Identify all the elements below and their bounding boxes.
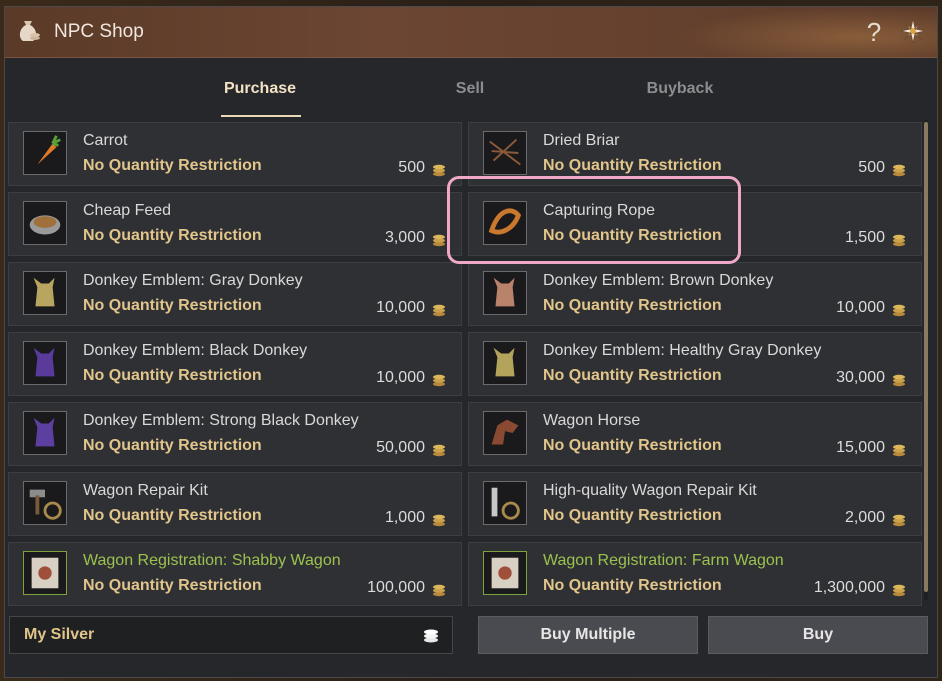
shop-tabs: Purchase Sell Buyback <box>5 67 937 119</box>
coin-stack-icon <box>893 304 905 317</box>
my-silver-label: My Silver <box>24 626 95 643</box>
shop-item[interactable]: High-quality Wagon Repair Kit No Quantity… <box>468 472 922 536</box>
coin-stack-icon <box>893 514 905 527</box>
item-name: Wagon Horse <box>543 412 641 429</box>
coin-stack-icon <box>433 234 445 247</box>
feed-bowl-icon <box>23 201 67 245</box>
item-restriction: No Quantity Restriction <box>543 577 722 594</box>
item-price: 500 <box>398 159 425 176</box>
coin-stack-icon <box>893 374 905 387</box>
window-title: NPC Shop <box>54 21 144 42</box>
item-price: 1,000 <box>384 509 425 526</box>
shop-item[interactable]: Wagon Repair Kit No Quantity Restriction 1… <box>8 472 462 536</box>
dried-briar-icon <box>483 131 527 175</box>
item-price: 10,000 <box>376 299 425 316</box>
registration-scroll-icon <box>483 551 527 595</box>
item-restriction: No Quantity Restriction <box>83 367 262 384</box>
registration-scroll-icon <box>23 551 67 595</box>
coin-stack-icon <box>433 444 445 457</box>
item-name: High-quality Wagon Repair Kit <box>543 482 757 499</box>
shop-item[interactable]: Donkey Emblem: Brown Donkey No Quantity R… <box>468 262 922 326</box>
item-price: 1,300,000 <box>813 579 885 596</box>
item-restriction: No Quantity Restriction <box>83 297 262 314</box>
item-name: Wagon Registration: Shabby Wagon <box>83 552 341 569</box>
carrot-icon <box>23 131 67 175</box>
item-price: 30,000 <box>836 369 885 386</box>
item-restriction: No Quantity Restriction <box>543 437 722 454</box>
shop-item[interactable]: Donkey Emblem: Gray Donkey No Quantity Re… <box>8 262 462 326</box>
item-price: 500 <box>858 159 885 176</box>
horse-emblem-icon <box>483 411 527 455</box>
title-bar[interactable]: NPC Shop ? <box>5 7 937 58</box>
item-name: Dried Briar <box>543 132 620 149</box>
item-name: Cheap Feed <box>83 202 172 219</box>
item-name: Carrot <box>83 132 128 149</box>
item-price: 50,000 <box>376 439 425 456</box>
item-name: Donkey Emblem: Healthy Gray Donkey <box>543 342 822 359</box>
item-restriction: No Quantity Restriction <box>543 507 722 524</box>
tab-sell[interactable]: Sell <box>415 77 525 117</box>
shop-item[interactable]: Wagon Registration: Farm Wagon No Quantit… <box>468 542 922 606</box>
my-silver-field: My Silver <box>9 616 453 654</box>
silver-coin-icon <box>424 629 438 643</box>
item-price: 1,500 <box>844 229 885 246</box>
selection-highlight <box>447 176 741 264</box>
item-restriction: No Quantity Restriction <box>83 157 262 174</box>
coin-stack-icon <box>893 584 905 597</box>
coin-stack-icon <box>893 234 905 247</box>
shop-item[interactable]: Donkey Emblem: Strong Black Donkey No Qua… <box>8 402 462 466</box>
item-name: Donkey Emblem: Brown Donkey <box>543 272 774 289</box>
gray-donkey-emblem-icon <box>23 271 67 315</box>
shop-item[interactable]: Wagon Horse No Quantity Restriction 15,000 <box>468 402 922 466</box>
tab-buyback[interactable]: Buyback <box>625 77 735 117</box>
hq-repair-kit-icon <box>483 481 527 525</box>
item-price: 2,000 <box>844 509 885 526</box>
scrollbar-thumb[interactable] <box>924 122 928 592</box>
item-price: 100,000 <box>367 579 425 596</box>
item-name: Donkey Emblem: Gray Donkey <box>83 272 303 289</box>
brown-donkey-emblem-icon <box>483 271 527 315</box>
coin-stack-icon <box>433 584 445 597</box>
item-restriction: No Quantity Restriction <box>543 367 722 384</box>
tab-purchase[interactable]: Purchase <box>205 77 315 117</box>
item-name: Donkey Emblem: Strong Black Donkey <box>83 412 359 429</box>
item-restriction: No Quantity Restriction <box>83 227 262 244</box>
money-bag-icon <box>19 21 40 41</box>
settings-flower-icon[interactable] <box>899 17 927 45</box>
coin-stack-icon <box>893 164 905 177</box>
help-button[interactable]: ? <box>863 17 885 47</box>
item-price: 10,000 <box>376 369 425 386</box>
item-price: 3,000 <box>384 229 425 246</box>
item-restriction: No Quantity Restriction <box>543 157 722 174</box>
healthy-gray-donkey-emblem-icon <box>483 341 527 385</box>
buy-button[interactable]: Buy <box>708 616 928 654</box>
coin-stack-icon <box>433 304 445 317</box>
coin-stack-icon <box>893 444 905 457</box>
item-name: Donkey Emblem: Black Donkey <box>83 342 308 359</box>
active-tab-underline <box>221 115 301 117</box>
coin-stack-icon <box>433 374 445 387</box>
item-name: Wagon Registration: Farm Wagon <box>543 552 784 569</box>
shop-item[interactable]: Cheap Feed No Quantity Restriction 3,000 <box>8 192 462 256</box>
coin-stack-icon <box>433 514 445 527</box>
item-price: 10,000 <box>836 299 885 316</box>
buy-multiple-button[interactable]: Buy Multiple <box>478 616 698 654</box>
shop-item[interactable]: Donkey Emblem: Black Donkey No Quantity R… <box>8 332 462 396</box>
item-restriction: No Quantity Restriction <box>83 437 262 454</box>
title-ornament <box>677 7 937 57</box>
item-restriction: No Quantity Restriction <box>543 297 722 314</box>
shop-item[interactable]: Carrot No Quantity Restriction 500 <box>8 122 462 186</box>
strong-black-donkey-emblem-icon <box>23 411 67 455</box>
coin-stack-icon <box>433 164 445 177</box>
shop-item[interactable]: Donkey Emblem: Healthy Gray Donkey No Qua… <box>468 332 922 396</box>
repair-kit-icon <box>23 481 67 525</box>
item-restriction: No Quantity Restriction <box>83 577 262 594</box>
item-restriction: No Quantity Restriction <box>83 507 262 524</box>
item-name: Wagon Repair Kit <box>83 482 208 499</box>
black-donkey-emblem-icon <box>23 341 67 385</box>
shop-item[interactable]: Wagon Registration: Shabby Wagon No Quant… <box>8 542 462 606</box>
item-price: 15,000 <box>836 439 885 456</box>
